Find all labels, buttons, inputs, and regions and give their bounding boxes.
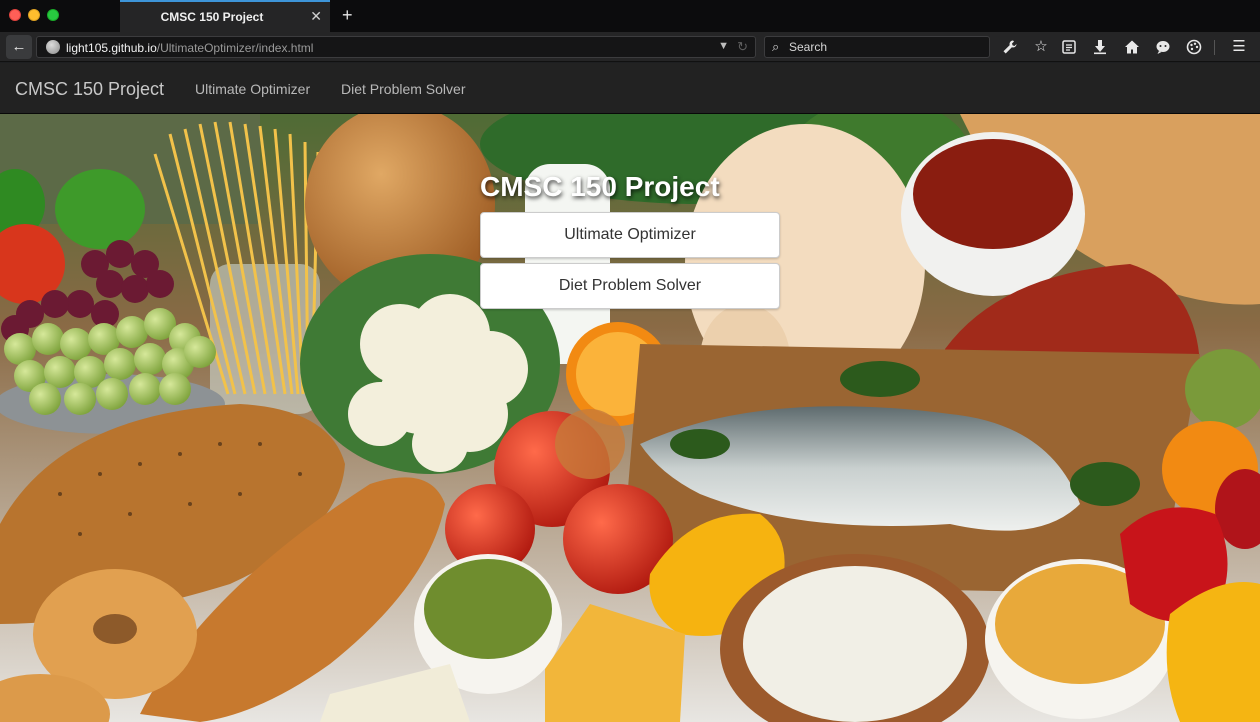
toolbar-separator	[1214, 40, 1215, 55]
window-maximize-button[interactable]	[47, 9, 59, 21]
download-icon[interactable]	[1090, 37, 1110, 57]
search-bar[interactable]: ⌕	[764, 36, 990, 58]
window-minimize-button[interactable]	[28, 9, 40, 21]
url-domain: light105.github.io	[66, 41, 157, 55]
bookmark-star-icon[interactable]: ☆	[1031, 37, 1051, 57]
url-path: /UltimateOptimizer/index.html	[156, 41, 314, 55]
dropdown-icon[interactable]: ▼	[718, 40, 729, 52]
browser-toolbar: ← light105.github.io/UltimateOptimizer/i…	[0, 32, 1260, 62]
chat-icon[interactable]	[1153, 37, 1173, 57]
navbar-brand[interactable]: CMSC 150 Project	[15, 79, 164, 100]
new-tab-button[interactable]: +	[342, 5, 353, 25]
home-icon[interactable]	[1122, 37, 1142, 57]
nav-link-diet-problem-solver[interactable]: Diet Problem Solver	[341, 81, 466, 97]
reload-icon[interactable]: ↻	[737, 39, 748, 55]
window-close-button[interactable]	[9, 9, 21, 21]
browser-titlebar: CMSC 150 Project ✕ +	[0, 0, 1260, 32]
url-text: light105.github.io/UltimateOptimizer/ind…	[66, 41, 313, 55]
nav-link-ultimate-optimizer[interactable]: Ultimate Optimizer	[195, 81, 310, 97]
food-background-image	[0, 114, 1260, 722]
back-button[interactable]: ←	[6, 35, 32, 59]
hero-title: CMSC 150 Project	[480, 171, 720, 202]
search-input[interactable]	[789, 39, 984, 55]
globe-icon	[46, 40, 60, 54]
search-icon: ⌕	[772, 39, 780, 54]
tab-title: CMSC 150 Project	[160, 10, 264, 24]
reader-list-icon[interactable]	[1059, 37, 1079, 57]
ultimate-optimizer-button[interactable]: Ultimate Optimizer	[480, 212, 780, 258]
back-arrow-icon: ←	[11, 38, 27, 55]
tab-close-icon[interactable]: ✕	[310, 9, 322, 23]
site-navbar: CMSC 150 Project Ultimate Optimizer Diet…	[0, 63, 1260, 114]
wrench-icon[interactable]	[1000, 37, 1020, 57]
palette-icon[interactable]	[1184, 37, 1204, 57]
hero-section: CMSC 150 Project Ultimate Optimizer Diet…	[0, 114, 1260, 722]
url-bar[interactable]: light105.github.io/UltimateOptimizer/ind…	[36, 36, 756, 58]
browser-tab-active[interactable]: CMSC 150 Project ✕	[120, 0, 330, 32]
diet-problem-solver-button[interactable]: Diet Problem Solver	[480, 263, 780, 309]
menu-icon[interactable]: ☰	[1229, 37, 1249, 57]
